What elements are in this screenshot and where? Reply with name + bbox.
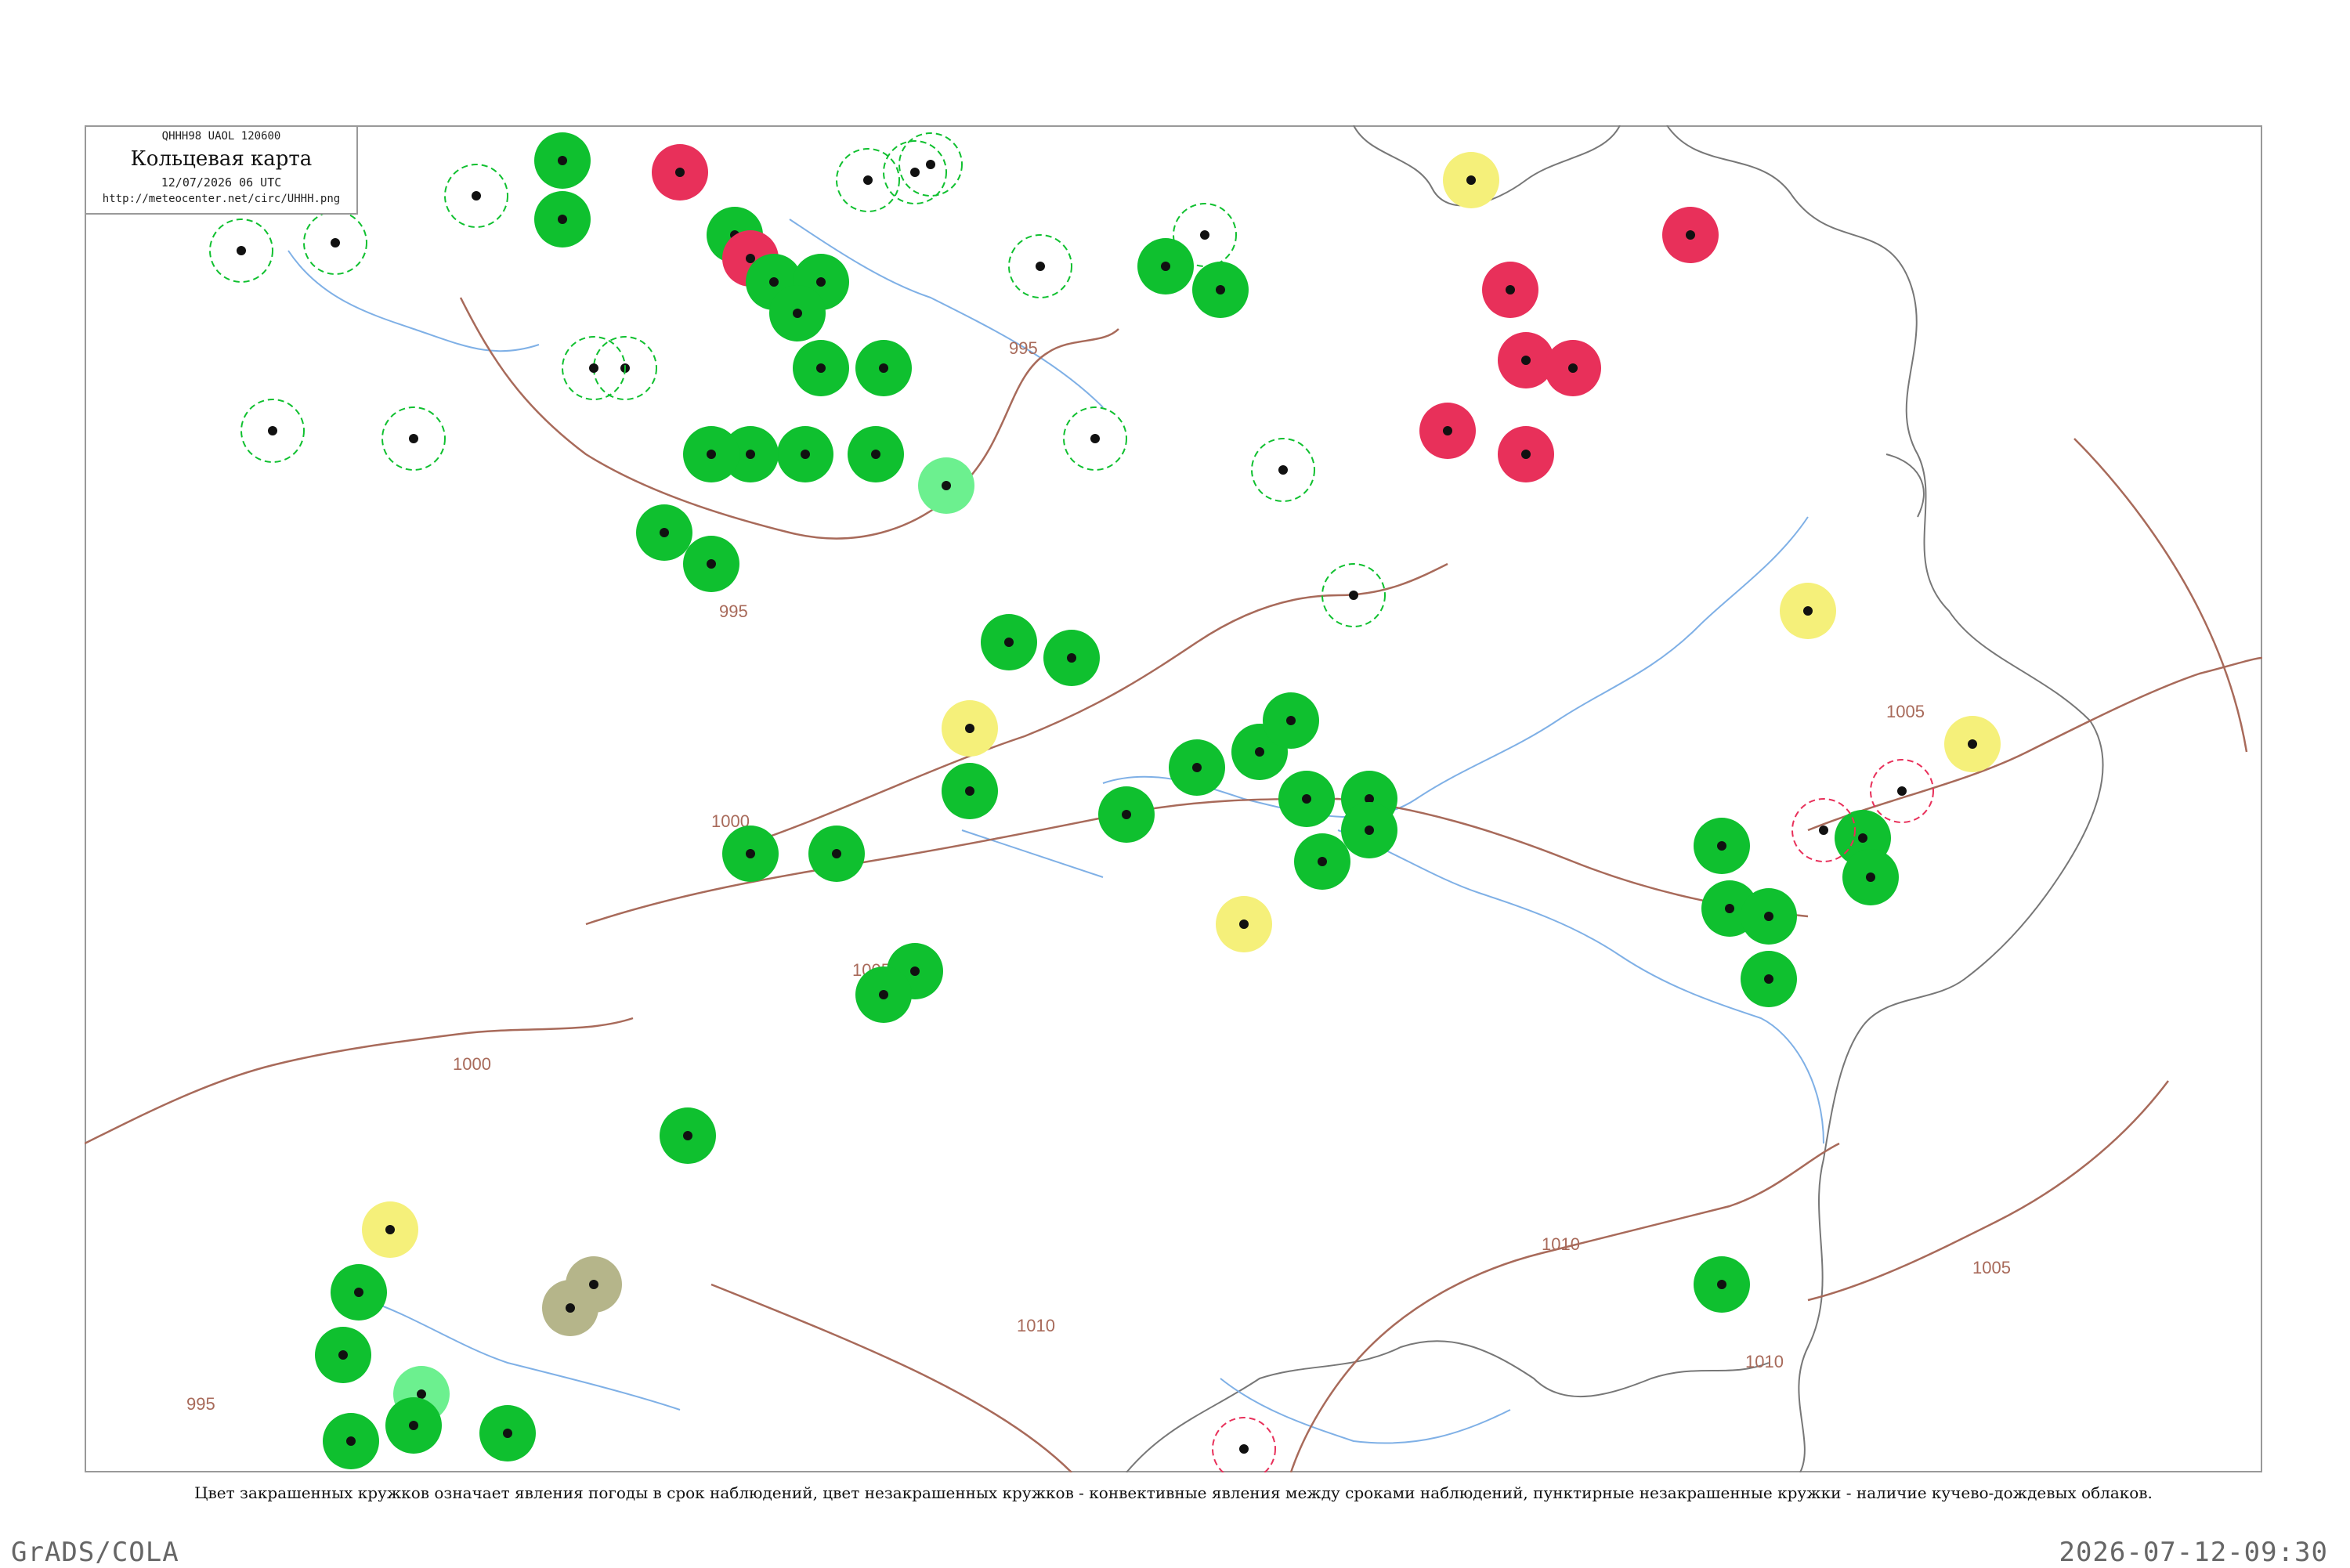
station-dot-icon [566, 1303, 575, 1313]
rivers [287, 219, 1824, 1444]
station-dot-icon [1717, 841, 1726, 851]
station-dot-icon [683, 1131, 692, 1140]
footer-timestamp: 2026-07-12-09:30 [2059, 1537, 2328, 1568]
station-dot-icon [816, 277, 826, 287]
station-dot-icon [793, 309, 802, 318]
station-dot-icon [801, 450, 810, 459]
station-dot-icon [1521, 450, 1531, 459]
station-dot-icon [1717, 1280, 1726, 1289]
station-dot-icon [1255, 747, 1264, 757]
isobar-label: 995 [186, 1394, 215, 1414]
station-dot-icon [1161, 262, 1170, 271]
station-dot-icon [1866, 873, 1875, 882]
isobar-label: 1010 [1542, 1234, 1580, 1254]
station-dot-icon [707, 450, 716, 459]
station-dot-icon [409, 434, 418, 443]
station-dot-icon [910, 168, 920, 177]
station-dot-icon [1686, 230, 1695, 240]
isobar-label: 1005 [1972, 1258, 2011, 1277]
station-dot-icon [589, 363, 598, 373]
stations-layer [209, 132, 2001, 1472]
station-dot-icon [965, 724, 974, 733]
weather-map[interactable]: 995 995 1000 1000 1005 1005 1010 1010 10… [85, 125, 2262, 1472]
map-datetime: 12/07/2026 06 UTC [161, 175, 282, 190]
station-dot-icon [409, 1421, 418, 1430]
isobars [85, 297, 2262, 1472]
station-dot-icon [769, 277, 779, 287]
station-dot-icon [1897, 786, 1907, 796]
station-dot-icon [1349, 591, 1358, 600]
station-dot-icon [503, 1429, 512, 1438]
station-dot-icon [926, 160, 935, 169]
station-dot-icon [863, 175, 873, 185]
station-dot-icon [675, 168, 685, 177]
map-url[interactable]: http://meteocenter.net/circ/UHHH.png [86, 193, 356, 205]
station-dot-icon [1365, 826, 1374, 835]
station-dot-icon [660, 528, 669, 537]
isobar-label: 995 [1009, 338, 1038, 358]
station-dot-icon [1036, 262, 1045, 271]
station-dot-icon [1216, 285, 1225, 294]
station-dot-icon [1004, 638, 1014, 647]
station-dot-icon [385, 1225, 395, 1234]
station-dot-icon [910, 966, 920, 976]
station-dot-icon [589, 1280, 598, 1289]
isobar-label: 1005 [1886, 702, 1925, 721]
station-dot-icon [965, 786, 974, 796]
station-dot-icon [746, 254, 755, 263]
station-dot-icon [1466, 175, 1476, 185]
station-dot-icon [268, 426, 277, 435]
station-dot-icon [1318, 857, 1327, 866]
station-dot-icon [1819, 826, 1828, 835]
station-dot-icon [1764, 974, 1773, 984]
station-dot-icon [1239, 1444, 1249, 1454]
station-dot-icon [1764, 912, 1773, 921]
station-dot-icon [472, 191, 481, 201]
station-dot-icon [1968, 739, 1977, 749]
isobar-label: 1000 [453, 1054, 491, 1074]
station-dot-icon [331, 238, 340, 247]
station-dot-icon [1858, 833, 1867, 843]
station-dot-icon [1521, 356, 1531, 365]
station-dot-icon [338, 1350, 348, 1360]
station-dot-icon [707, 559, 716, 569]
station-dot-icon [1286, 716, 1296, 725]
bulletin-code: QHHH98 UAOL 120600 [161, 130, 281, 143]
station-dot-icon [1803, 606, 1813, 616]
footer-left-label: GrADS/COLA [11, 1537, 179, 1568]
map-title: Кольцевая карта [130, 147, 313, 171]
station-dot-icon [746, 450, 755, 459]
station-dot-icon [1278, 465, 1288, 475]
station-dot-icon [1302, 794, 1311, 804]
station-dot-icon [879, 363, 888, 373]
station-dot-icon [832, 849, 841, 858]
station-dot-icon [1568, 363, 1578, 373]
station-dot-icon [1506, 285, 1515, 294]
station-dot-icon [354, 1288, 363, 1297]
isobar-label: 1010 [1745, 1352, 1784, 1371]
station-dot-icon [1067, 653, 1076, 663]
station-dot-icon [558, 215, 567, 224]
station-dot-icon [1725, 904, 1734, 913]
station-dot-icon [942, 481, 951, 490]
station-dot-icon [346, 1436, 356, 1446]
station-dot-icon [816, 363, 826, 373]
station-dot-icon [237, 246, 246, 255]
isobar-label: 1010 [1017, 1316, 1055, 1335]
station-dot-icon [1443, 426, 1452, 435]
station-dot-icon [1239, 919, 1249, 929]
station-dot-icon [879, 990, 888, 999]
station-dot-icon [1090, 434, 1100, 443]
station-dot-icon [871, 450, 880, 459]
station-dot-icon [746, 849, 755, 858]
station-dot-icon [1192, 763, 1202, 772]
station-dot-icon [1200, 230, 1209, 240]
isobar-label: 995 [719, 602, 748, 621]
station-dot-icon [417, 1389, 426, 1399]
map-caption: Цвет закрашенных кружков означает явлени… [194, 1483, 2153, 1502]
title-box: QHHH98 UAOL 120600 Кольцевая карта 12/07… [86, 127, 358, 215]
station-dot-icon [558, 156, 567, 165]
station-dot-icon [1122, 810, 1131, 819]
